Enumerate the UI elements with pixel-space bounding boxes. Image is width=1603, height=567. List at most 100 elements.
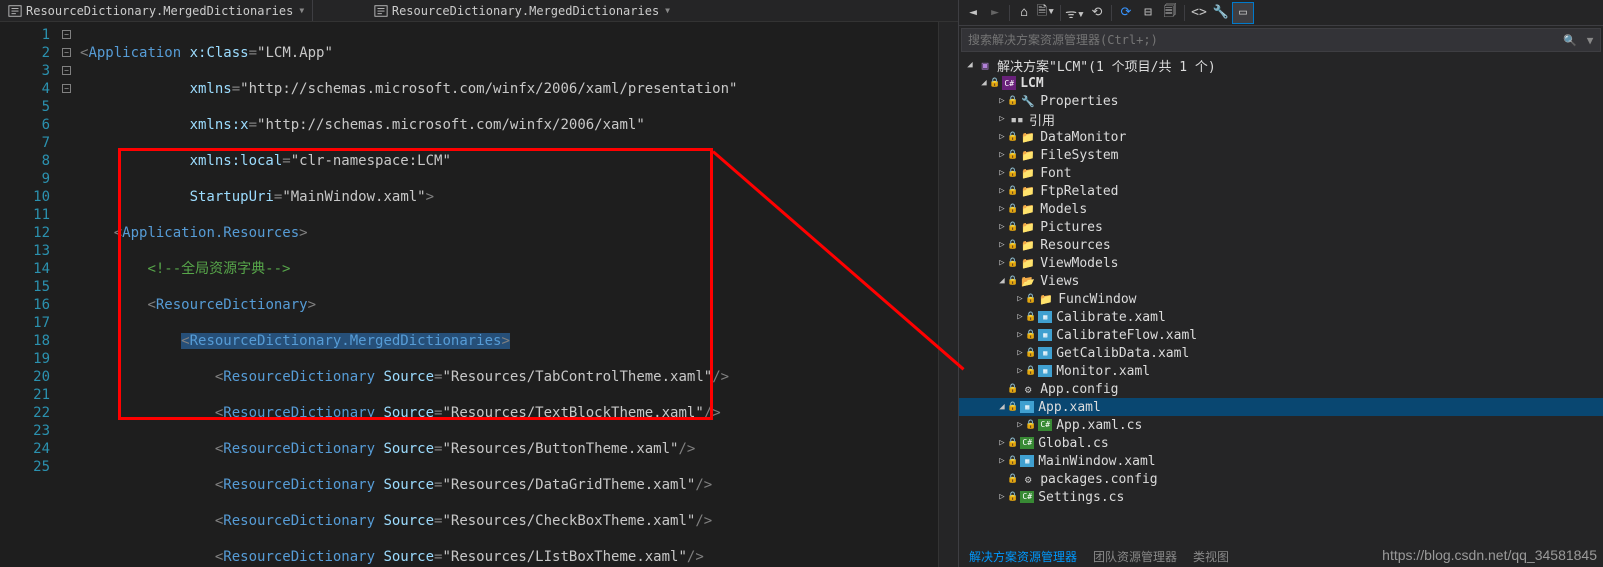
lock-icon: 🔒 [1025, 348, 1036, 358]
back-button[interactable]: ◄ [963, 3, 983, 23]
switch-view-button[interactable]: 🗎▾ [1036, 3, 1056, 23]
folder-icon: 📁 [1020, 201, 1036, 217]
solution-tree[interactable]: ◢▣解决方案"LCM"(1 个项目/共 1 个) ◢🔒C#LCM ▷🔒🔧Prop… [959, 54, 1603, 545]
folder-node[interactable]: ▷🔒📁Pictures [959, 218, 1603, 236]
sync-button[interactable]: ⟲ [1087, 3, 1107, 23]
properties-button[interactable]: 🔧 [1211, 3, 1231, 23]
xaml-file[interactable]: ▷🔒▦CalibrateFlow.xaml [959, 326, 1603, 344]
xaml-icon: ▦ [1020, 455, 1034, 467]
folder-icon: 📁 [1038, 291, 1054, 307]
config-icon: ⚙ [1020, 471, 1036, 487]
code-body[interactable]: 1234567891011121314151617181920212223242… [0, 22, 958, 567]
tab-team-explorer[interactable]: 团队资源管理器 [1087, 546, 1183, 567]
wrench-icon: 🔧 [1020, 93, 1036, 109]
solution-explorer: ◄ ► ⌂ 🗎▾ ᯤ▾ ⟲ ⟳ ⊟ 🗐 <> 🔧 ▭ 🔍 ▼ ◢▣解决方案"LC… [958, 0, 1603, 567]
lock-icon: 🔒 [1007, 186, 1018, 196]
search-icon[interactable]: 🔍 [1560, 34, 1580, 47]
code-text[interactable]: <Application x:Class="LCM.App" xmlns="ht… [80, 22, 938, 567]
xaml-file[interactable]: ▷🔒▦Calibrate.xaml [959, 308, 1603, 326]
home-button[interactable]: ⌂ [1014, 3, 1034, 23]
refresh-button[interactable]: ⟳ [1116, 3, 1136, 23]
lock-icon: 🔒 [1007, 474, 1018, 484]
folder-node[interactable]: ▷🔒📁DataMonitor [959, 128, 1603, 146]
solution-node[interactable]: ◢▣解决方案"LCM"(1 个项目/共 1 个) [959, 56, 1603, 74]
collapse-all-button[interactable]: ⊟ [1138, 3, 1158, 23]
xaml-element-icon [8, 4, 22, 18]
folder-icon: 📁 [1020, 165, 1036, 181]
cs-file[interactable]: ▷🔒C#App.xaml.cs [959, 416, 1603, 434]
chevron-down-icon: ▼ [665, 6, 670, 15]
watermark: https://blog.csdn.net/qq_34581845 [1382, 547, 1597, 563]
chevron-down-icon[interactable]: ▼ [1580, 34, 1600, 47]
references-icon: ▪▪ [1009, 111, 1025, 127]
lock-icon: 🔒 [1007, 132, 1018, 142]
show-all-files-button[interactable]: 🗐 [1160, 3, 1180, 23]
lock-icon: 🔒 [1007, 222, 1018, 232]
lock-icon: 🔒 [1007, 384, 1018, 394]
properties-node[interactable]: ▷🔒🔧Properties [959, 92, 1603, 110]
app-xaml-file[interactable]: ◢🔒▦App.xaml [959, 398, 1603, 416]
cs-icon: C# [1020, 491, 1034, 503]
folder-icon: 📁 [1020, 237, 1036, 253]
folder-icon: 📁 [1020, 147, 1036, 163]
lock-icon: 🔒 [1025, 312, 1036, 322]
lock-icon: 🔒 [1007, 438, 1018, 448]
lock-icon: 🔒 [1007, 258, 1018, 268]
scrollbar[interactable] [938, 22, 958, 567]
cs-file[interactable]: ▷🔒C#Settings.cs [959, 488, 1603, 506]
editor-pane: ResourceDictionary.MergedDictionaries ▼ … [0, 0, 958, 567]
xaml-file[interactable]: ▷🔒▦Monitor.xaml [959, 362, 1603, 380]
lock-icon: 🔒 [1007, 492, 1018, 502]
cs-file[interactable]: ▷🔒C#Global.cs [959, 434, 1603, 452]
folder-node[interactable]: ▷🔒📁FuncWindow [959, 290, 1603, 308]
views-folder[interactable]: ◢🔒📂Views [959, 272, 1603, 290]
lock-icon: 🔒 [1007, 240, 1018, 250]
lock-icon: 🔒 [1025, 330, 1036, 340]
folder-icon: 📂 [1020, 273, 1036, 289]
xaml-file[interactable]: ▷🔒▦MainWindow.xaml [959, 452, 1603, 470]
solution-icon: ▣ [977, 57, 993, 73]
xaml-icon: ▦ [1038, 347, 1052, 359]
references-node[interactable]: ▷▪▪引用 [959, 110, 1603, 128]
lock-icon: 🔒 [989, 78, 1000, 88]
search-input[interactable] [962, 33, 1560, 47]
folder-node[interactable]: ▷🔒📁Models [959, 200, 1603, 218]
config-file[interactable]: ▷🔒⚙App.config [959, 380, 1603, 398]
lock-icon: 🔒 [1007, 204, 1018, 214]
xaml-file[interactable]: ▷🔒▦GetCalibData.xaml [959, 344, 1603, 362]
lock-icon: 🔒 [1007, 456, 1018, 466]
tab-class-view[interactable]: 类视图 [1187, 546, 1235, 567]
nav-crumb-2[interactable]: ResourceDictionary.MergedDictionaries ▼ [366, 4, 678, 18]
csproj-icon: C# [1002, 76, 1016, 90]
xaml-icon: ▦ [1038, 311, 1052, 323]
forward-button[interactable]: ► [985, 3, 1005, 23]
folder-node[interactable]: ▷🔒📁FtpRelated [959, 182, 1603, 200]
nav-crumb-1[interactable]: ResourceDictionary.MergedDictionaries ▼ [0, 4, 312, 18]
folder-node[interactable]: ▷🔒📁ViewModels [959, 254, 1603, 272]
folder-node[interactable]: ▷🔒📁Font [959, 164, 1603, 182]
fold-gutter[interactable]: − − − − [62, 22, 80, 567]
folder-node[interactable]: ▷🔒📁FileSystem [959, 146, 1603, 164]
preview-button[interactable]: ▭ [1233, 3, 1253, 23]
chevron-down-icon: ▼ [299, 6, 304, 15]
lock-icon: 🔒 [1007, 150, 1018, 160]
tab-solution-explorer[interactable]: 解决方案资源管理器 [963, 546, 1083, 567]
lock-icon: 🔒 [1025, 294, 1036, 304]
cs-icon: C# [1038, 419, 1052, 431]
project-node[interactable]: ◢🔒C#LCM [959, 74, 1603, 92]
folder-node[interactable]: ▷🔒📁Resources [959, 236, 1603, 254]
lock-icon: 🔒 [1007, 168, 1018, 178]
lock-icon: 🔒 [1025, 366, 1036, 376]
folder-icon: 📁 [1020, 129, 1036, 145]
cs-icon: C# [1020, 437, 1034, 449]
line-number-gutter: 1234567891011121314151617181920212223242… [0, 22, 62, 567]
nav-crumb-1-label: ResourceDictionary.MergedDictionaries [26, 4, 293, 18]
solution-toolbar: ◄ ► ⌂ 🗎▾ ᯤ▾ ⟲ ⟳ ⊟ 🗐 <> 🔧 ▭ [959, 0, 1603, 26]
config-file[interactable]: ▷🔒⚙packages.config [959, 470, 1603, 488]
xaml-icon: ▦ [1038, 329, 1052, 341]
nav-crumb-2-label: ResourceDictionary.MergedDictionaries [392, 4, 659, 18]
lock-icon: 🔒 [1025, 420, 1036, 430]
pending-changes-button[interactable]: ᯤ▾ [1065, 3, 1085, 23]
view-code-button[interactable]: <> [1189, 3, 1209, 23]
search-box[interactable]: 🔍 ▼ [961, 28, 1601, 52]
